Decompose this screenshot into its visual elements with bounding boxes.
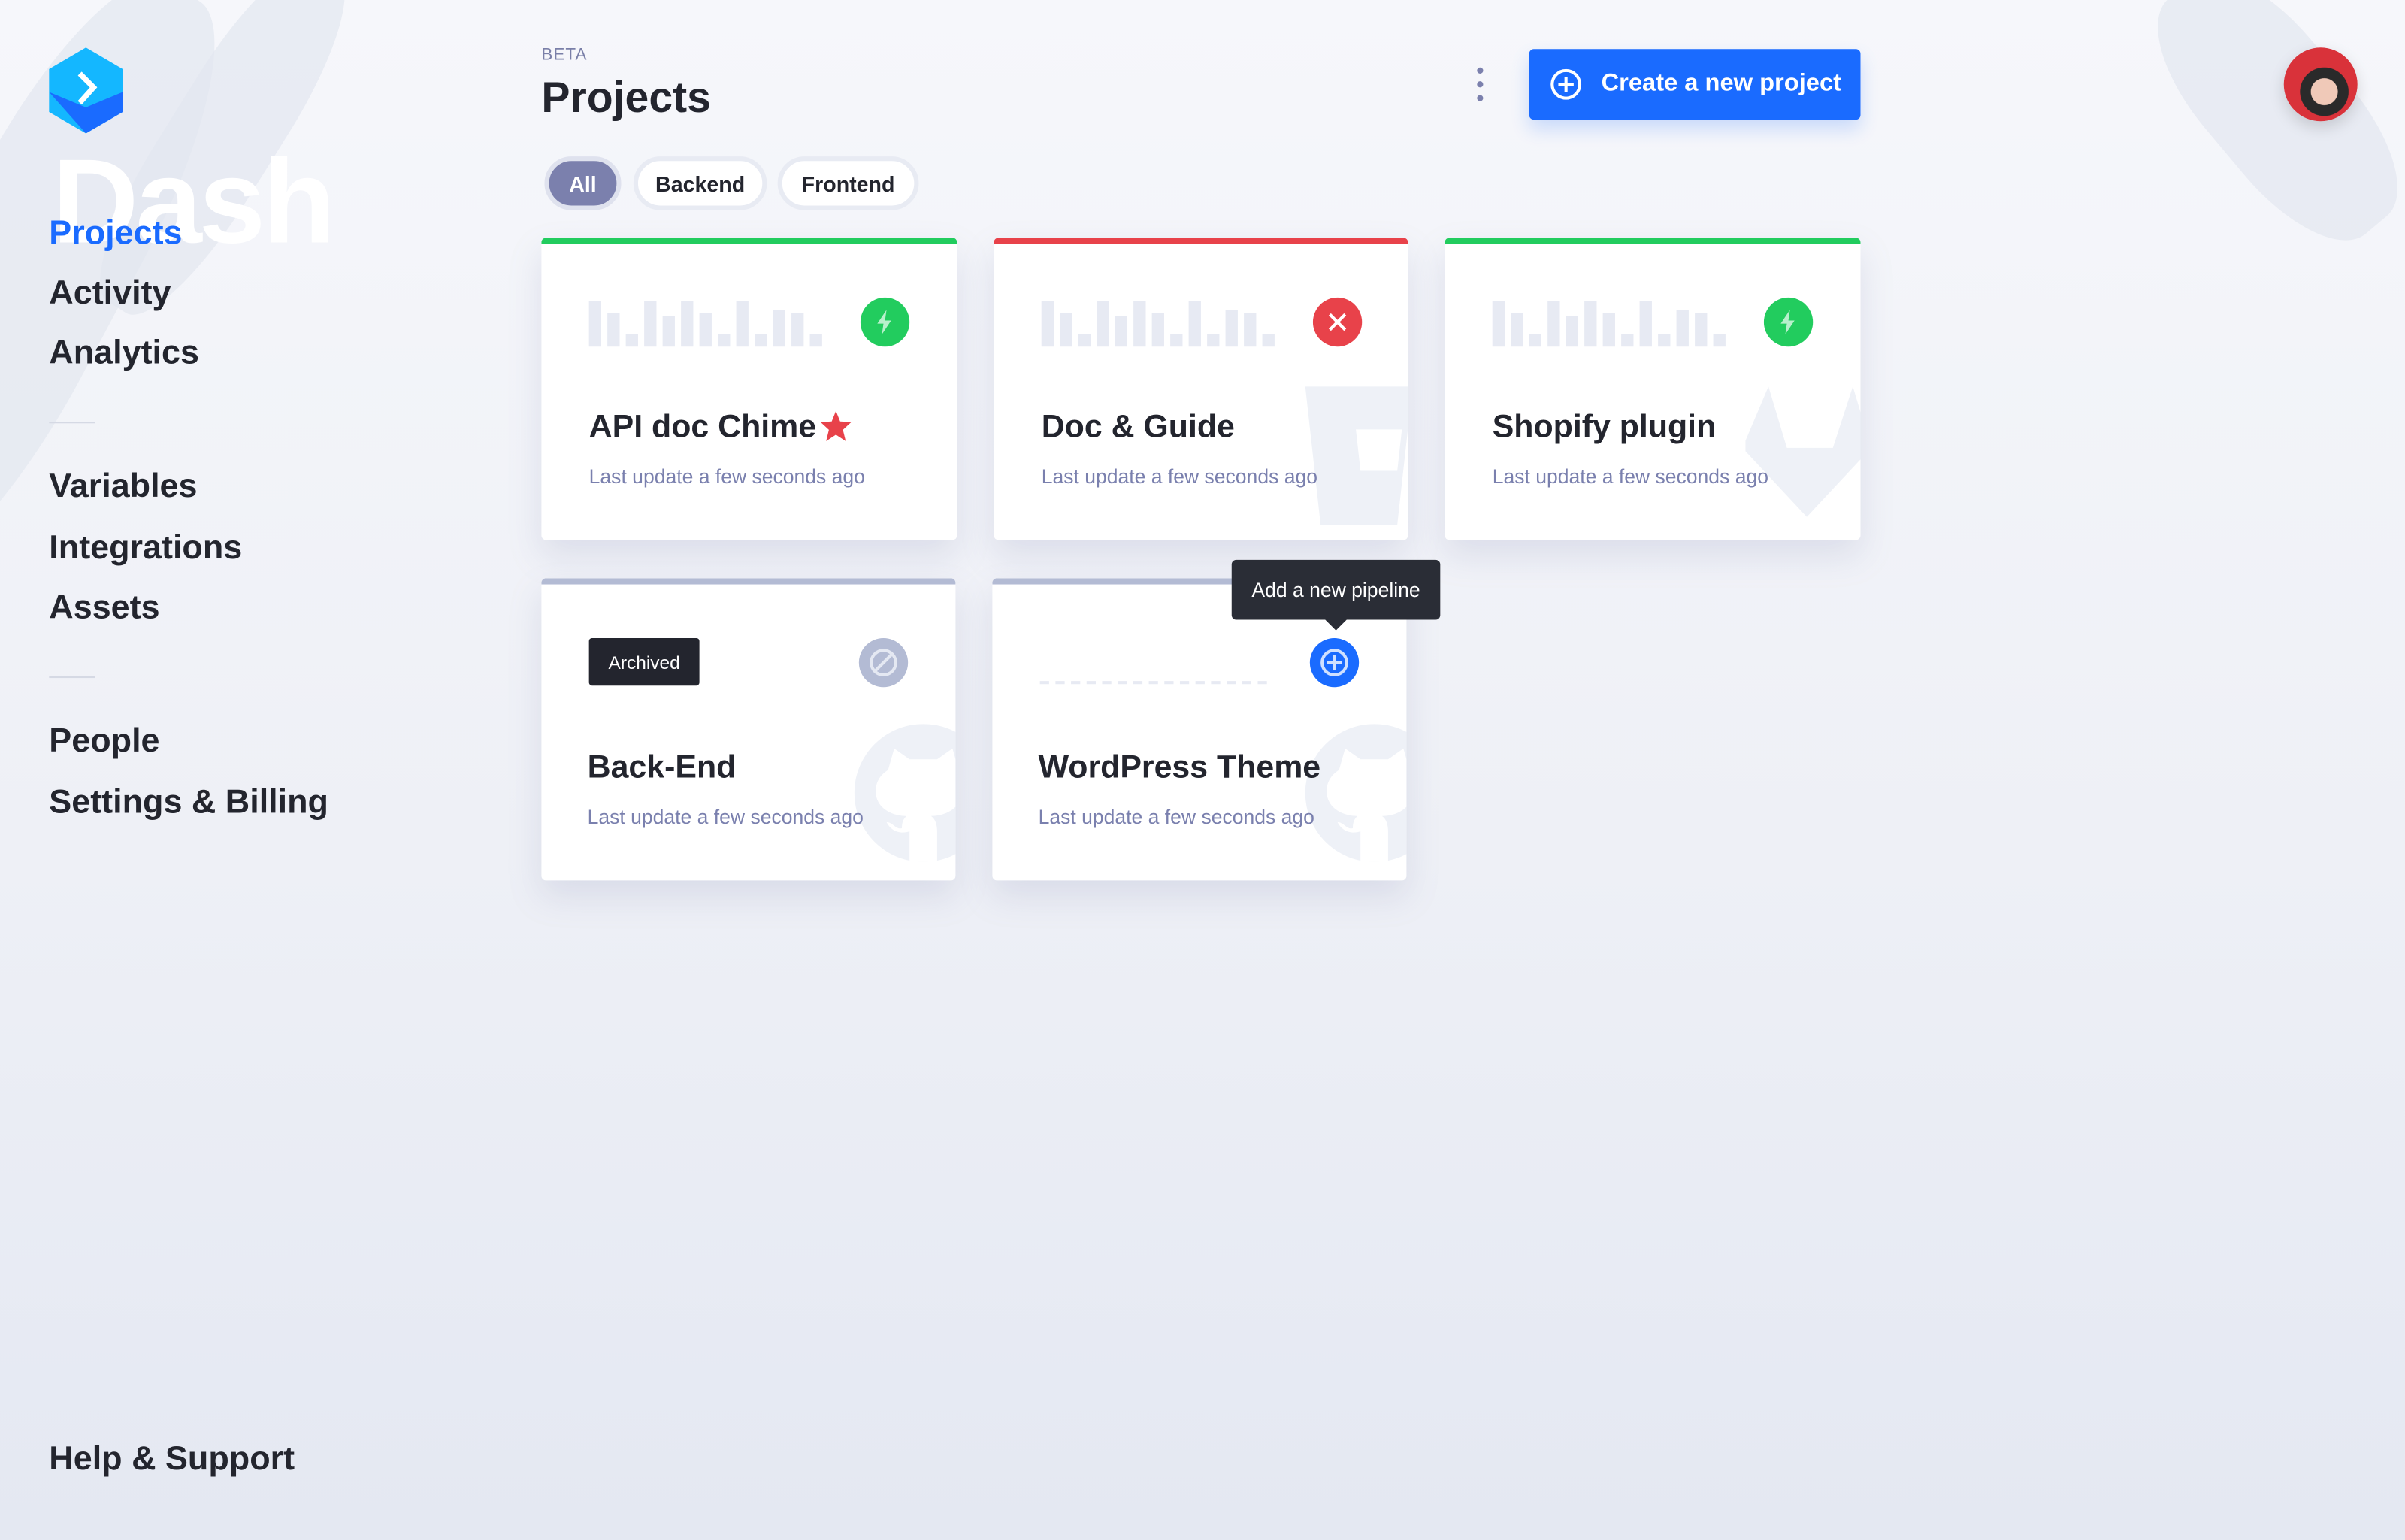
last-update: Last update a few seconds ago	[1041, 464, 1317, 488]
status-bar	[541, 578, 956, 585]
last-update: Last update a few seconds ago	[1038, 805, 1314, 829]
sparkline-bar	[1244, 313, 1257, 347]
failed-x-icon[interactable]	[1312, 297, 1363, 347]
filter-frontend[interactable]: Frontend	[777, 156, 919, 210]
sidebar-item-analytics[interactable]: Analytics	[49, 335, 199, 370]
sparkline-bar	[1225, 310, 1238, 347]
sparkline-bar	[1621, 334, 1634, 347]
activity-sparkline	[588, 300, 822, 347]
github-icon	[854, 724, 956, 862]
sidebar-divider	[49, 676, 95, 679]
plus-circle-icon	[1550, 68, 1582, 100]
page-title: Projects	[541, 73, 711, 122]
sidebar-item-projects[interactable]: Projects	[49, 216, 182, 250]
sparkline-bar	[1097, 300, 1109, 347]
sparkline-bar	[588, 300, 601, 347]
sparkline-bar	[1602, 313, 1615, 347]
archived-disabled-icon[interactable]	[858, 637, 909, 688]
project-card[interactable]: Archived Back-End Last update a few seco…	[541, 578, 956, 881]
success-bolt-icon[interactable]	[1763, 297, 1814, 347]
sparkline-bar	[1170, 334, 1183, 347]
empty-sparkline	[1039, 681, 1267, 685]
sparkline-bar	[755, 334, 767, 347]
sparkline-bar	[1078, 334, 1091, 347]
sparkline-bar	[1566, 316, 1578, 347]
sidebar-item-integrations[interactable]: Integrations	[49, 530, 242, 564]
sparkline-bar	[1115, 316, 1127, 347]
github-icon	[1305, 724, 1407, 862]
plus-circle-icon	[1320, 649, 1348, 676]
last-update: Last update a few seconds ago	[1492, 464, 1768, 488]
sparkline-bar	[809, 334, 822, 347]
beta-label: BETA	[541, 46, 588, 65]
sparkline-bar	[1151, 313, 1164, 347]
sparkline-bar	[1676, 310, 1689, 347]
sidebar-item-assets[interactable]: Assets	[49, 590, 159, 625]
sparkline-bar	[625, 334, 638, 347]
sparkline-bar	[1547, 300, 1560, 347]
sidebar-item-people[interactable]: People	[49, 723, 159, 758]
bitbucket-icon	[1305, 386, 1408, 525]
more-options-icon[interactable]	[1472, 67, 1487, 101]
sparkline-bar	[1511, 313, 1523, 347]
create-project-label: Create a new project	[1601, 70, 1841, 97]
sidebar-item-variables[interactable]: Variables	[49, 468, 197, 503]
success-bolt-icon[interactable]	[860, 297, 910, 347]
project-card[interactable]: API doc Chime Last update a few seconds …	[541, 238, 957, 540]
sparkline-bar	[718, 334, 731, 347]
sparkline-bar	[1584, 300, 1597, 347]
project-title: Doc & Guide	[1041, 409, 1235, 445]
filter-backend[interactable]: Backend	[633, 156, 767, 210]
add-pipeline-button[interactable]	[1309, 637, 1360, 688]
status-bar	[541, 238, 957, 244]
sparkline-bar	[1713, 334, 1726, 347]
last-update: Last update a few seconds ago	[588, 464, 865, 488]
project-title: WordPress Theme	[1038, 749, 1321, 785]
status-bar	[1445, 238, 1861, 244]
create-project-button[interactable]: Create a new project	[1529, 49, 1861, 120]
activity-sparkline	[1492, 300, 1726, 347]
status-bar	[994, 238, 1408, 244]
background-brush	[2126, 0, 2405, 270]
sparkline-bar	[773, 310, 785, 347]
archived-badge: Archived	[588, 637, 700, 686]
sparkline-bar	[681, 300, 694, 347]
sparkline-bar	[644, 300, 657, 347]
project-title: Back-End	[587, 749, 737, 785]
activity-sparkline	[1041, 300, 1275, 347]
sparkline-bar	[607, 313, 620, 347]
sparkline-bar	[1060, 313, 1072, 347]
dash-logo-icon[interactable]	[46, 46, 126, 135]
project-card[interactable]: Doc & Guide Last update a few seconds ag…	[994, 238, 1408, 540]
sparkline-bar	[1041, 300, 1054, 347]
add-pipeline-tooltip: Add a new pipeline	[1231, 559, 1441, 631]
user-avatar[interactable]	[2283, 47, 2358, 122]
sparkline-bar	[662, 316, 675, 347]
app: Dash Projects Activity Analytics Variabl…	[0, 0, 2405, 1540]
sparkline-bar	[1695, 313, 1708, 347]
star-icon[interactable]	[819, 410, 853, 442]
sparkline-bar	[791, 313, 804, 347]
sidebar-item-help-support[interactable]: Help & Support	[49, 1441, 295, 1475]
sparkline-bar	[1133, 300, 1146, 347]
project-card[interactable]: Shopify plugin Last update a few seconds…	[1445, 238, 1861, 540]
sparkline-bar	[1639, 300, 1652, 347]
sparkline-bar	[699, 313, 712, 347]
last-update: Last update a few seconds ago	[587, 805, 864, 829]
project-title: Shopify plugin	[1492, 409, 1717, 445]
sidebar-divider	[49, 422, 95, 424]
project-title: API doc Chime	[588, 409, 817, 445]
sparkline-bar	[1262, 334, 1275, 347]
sparkline-bar	[1207, 334, 1220, 347]
sparkline-bar	[1188, 300, 1201, 347]
sidebar-item-settings-billing[interactable]: Settings & Billing	[49, 785, 328, 819]
gitlab-icon	[1745, 386, 1861, 517]
sparkline-bar	[1529, 334, 1542, 347]
sidebar-item-activity[interactable]: Activity	[49, 275, 171, 310]
sparkline-bar	[736, 300, 749, 347]
sparkline-bar	[1492, 300, 1505, 347]
sparkline-bar	[1658, 334, 1671, 347]
filter-all[interactable]: All	[544, 156, 622, 210]
